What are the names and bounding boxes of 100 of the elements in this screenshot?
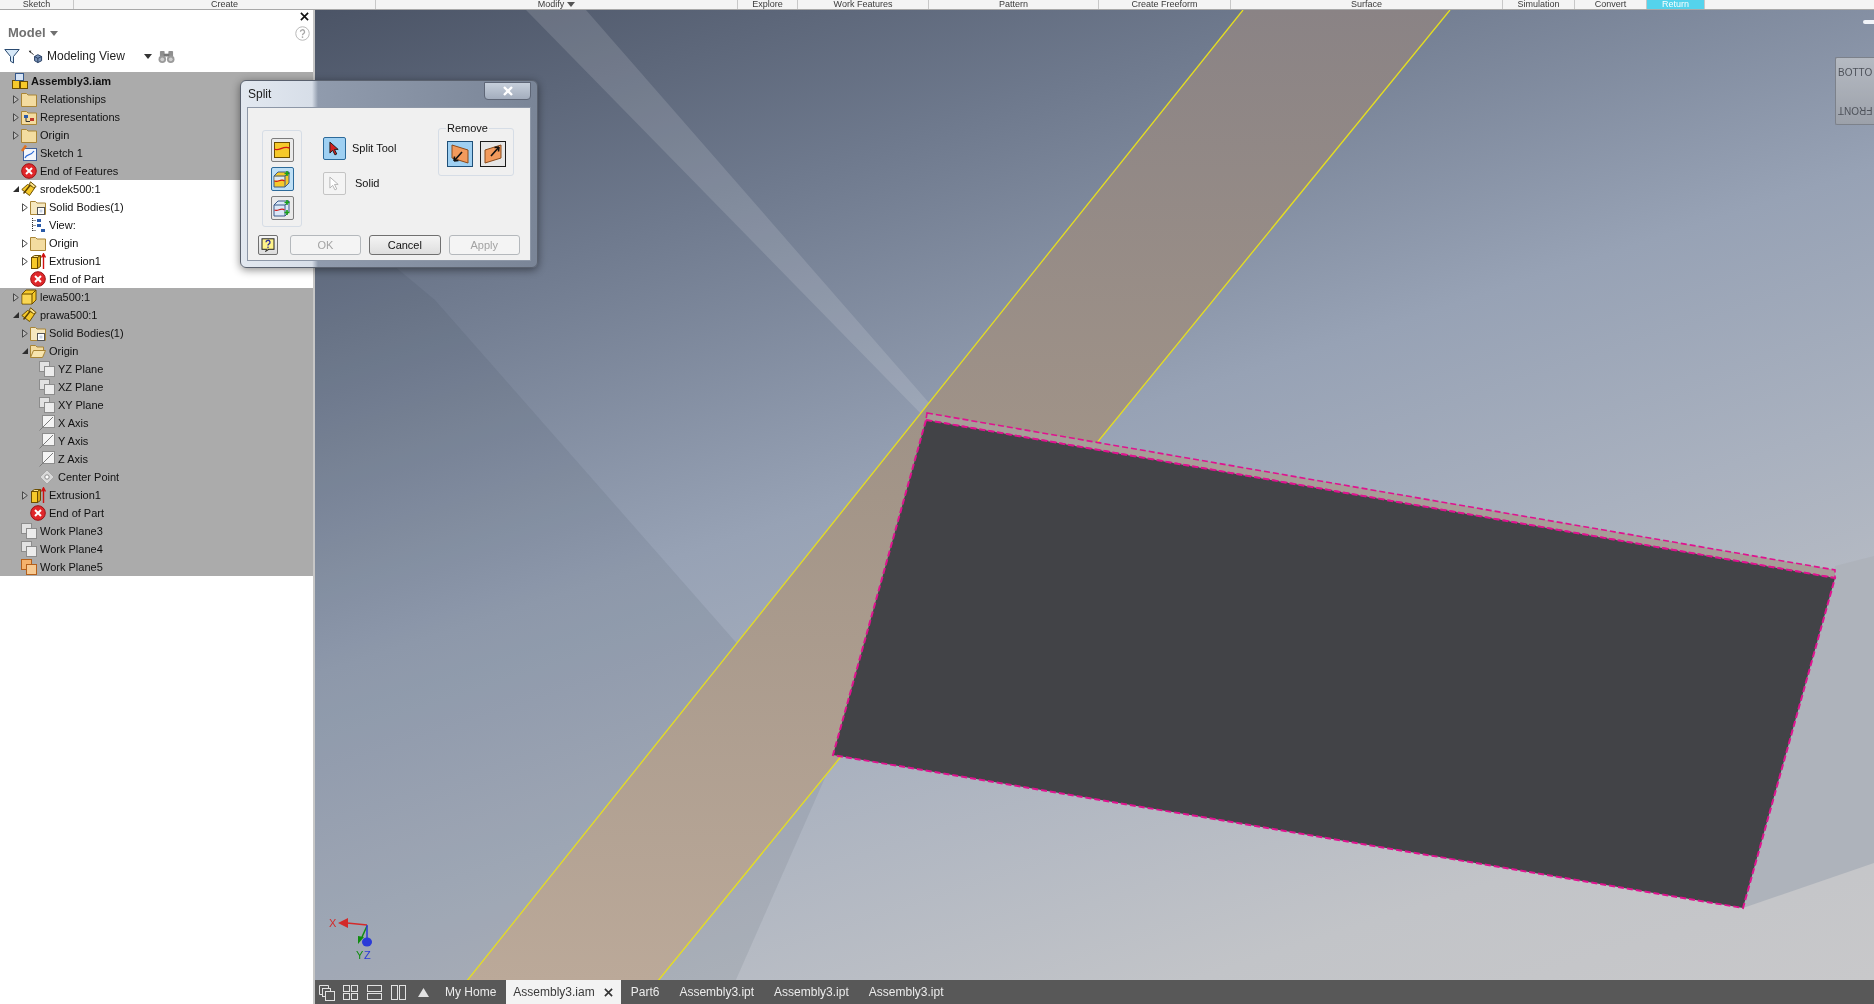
caret-right-icon[interactable] [12,112,19,122]
caret-right-icon[interactable] [12,130,19,140]
tree-item[interactable]: Relationships [21,90,107,108]
corner-triangle-icon[interactable] [21,348,28,354]
sketch-icon [21,145,37,161]
plane-arrow-icon [450,144,470,164]
tree-item[interactable]: prawa500:1 [21,306,98,324]
cube-icon [21,289,37,305]
box-arrow-icon [30,487,46,503]
plane-arrow-icon [483,144,503,164]
close-icon[interactable] [603,987,613,997]
ribbon-panel-tab[interactable]: Modify [376,0,738,9]
document-tab[interactable]: Assembly3.ipt [669,980,765,1004]
caret-right-icon[interactable] [21,202,28,212]
remove-side-button[interactable] [480,141,506,167]
close-icon[interactable] [300,11,309,21]
selector-label: Solid [355,176,380,192]
document-tab[interactable]: Part6 [620,980,670,1004]
overlapping-windows-icon[interactable] [318,983,335,1001]
tree-item[interactable]: Work Plane5 [21,558,103,576]
corner-triangle-icon[interactable] [12,312,19,318]
browser-menu-button[interactable]: Model [8,23,58,43]
tree-item[interactable]: Sketch 1 [21,144,83,162]
tree-item[interactable]: Work Plane3 [21,522,103,540]
up-triangle-icon[interactable] [418,987,429,997]
tree-item[interactable]: XY Plane [39,396,104,414]
tree-item[interactable]: X Axis [39,414,89,432]
ribbon-panel-tab[interactable]: Explore [738,0,798,9]
face-split-icon [273,141,291,159]
tree-diagram-icon [30,217,46,233]
tree-item[interactable]: End of Part [30,270,105,288]
tree-item[interactable]: Work Plane4 [21,540,103,558]
tree-item[interactable]: YZ Plane [39,360,104,378]
split-mode-button[interactable] [270,138,294,162]
tree-item[interactable]: End of Part [30,504,105,522]
ribbon-panel-tab[interactable]: Pattern [929,0,1099,9]
document-tab[interactable]: Assembly3.ipt [858,980,954,1004]
rows-icon[interactable] [366,983,383,1001]
binoculars-icon[interactable] [158,48,175,64]
caret-right-icon[interactable] [21,238,28,248]
tree-item[interactable]: Assembly3.iam [12,72,112,90]
tree-item[interactable]: Solid Bodies(1) [30,198,124,216]
view-cube-label[interactable]: BOTTO [1838,67,1873,79]
group-label: Remove [446,121,489,135]
tree-item[interactable]: Representations [21,108,121,126]
tree-item[interactable]: View: [30,216,76,234]
caret-right-icon[interactable] [12,94,19,104]
split-mode-button[interactable] [270,167,294,191]
box-split-icon [273,170,291,188]
document-tab[interactable]: My Home [435,980,507,1004]
tree-item[interactable]: Z Axis [39,450,88,468]
plane-icon [39,379,55,395]
nav-bar-toggle-icon[interactable] [1863,20,1874,24]
remove-side-button[interactable] [447,141,473,167]
caret-right-icon[interactable] [21,490,28,500]
ribbon-panel-tab[interactable]: Simulation [1503,0,1575,9]
filter-icon[interactable] [4,48,20,64]
tree-item[interactable]: XZ Plane [39,378,104,396]
dialog-button[interactable]: Cancel [369,235,441,255]
grid-icon[interactable] [342,983,359,1001]
close-button[interactable] [484,82,531,100]
select-button[interactable] [323,137,346,160]
axis-label: X [329,917,337,929]
tree-item[interactable]: srodek500:1 [21,180,101,198]
tree-item[interactable]: Center Point [39,468,120,486]
ribbon-panel-tab[interactable]: Work Features [798,0,929,9]
help-button[interactable] [258,235,278,255]
caret-right-icon[interactable] [21,328,28,338]
tree-item[interactable]: Extrusion1 [30,486,101,504]
ribbon-panel-tab[interactable]: Sketch [0,0,74,9]
tree-item[interactable]: Extrusion1 [30,252,101,270]
tree-item[interactable]: Origin [30,234,79,252]
tree-item[interactable]: Origin [30,342,79,360]
ribbon-panel-tab[interactable]: Create [74,0,376,9]
corner-triangle-icon[interactable] [12,186,19,192]
columns-icon[interactable] [390,983,407,1001]
folder-diagram-icon [21,109,37,125]
tree-item[interactable]: lewa500:1 [21,288,91,306]
caret-down-icon [49,30,58,36]
ribbon-panel-tab[interactable]: Create Freeform [1099,0,1231,9]
split-mode-button[interactable] [270,196,294,220]
x-circle-icon [30,505,46,521]
cursor-arrow-icon [329,141,340,156]
caret-right-icon[interactable] [21,256,28,266]
axis-label: Y [356,949,364,961]
axis-icon [39,415,55,431]
view-dropdown[interactable]: Modeling View [28,47,152,65]
caret-right-icon[interactable] [12,292,19,302]
plane-icon [39,361,55,377]
tree-item[interactable]: Solid Bodies(1) [30,324,124,342]
part-pin-icon [21,307,37,323]
document-tab[interactable]: Assembly3.ipt [764,980,859,1004]
document-tab[interactable]: Assembly3.iam [506,980,621,1004]
view-cube[interactable]: BOTTO FRONT [1835,57,1874,125]
tree-item[interactable]: Y Axis [39,432,89,450]
tree-item[interactable]: Origin [21,126,70,144]
tree-item[interactable]: End of Features [21,162,119,180]
cube-arrow-icon [28,48,43,64]
solid-split-icon [273,199,291,217]
ribbon-panel-tab[interactable]: Surface [1231,0,1503,9]
